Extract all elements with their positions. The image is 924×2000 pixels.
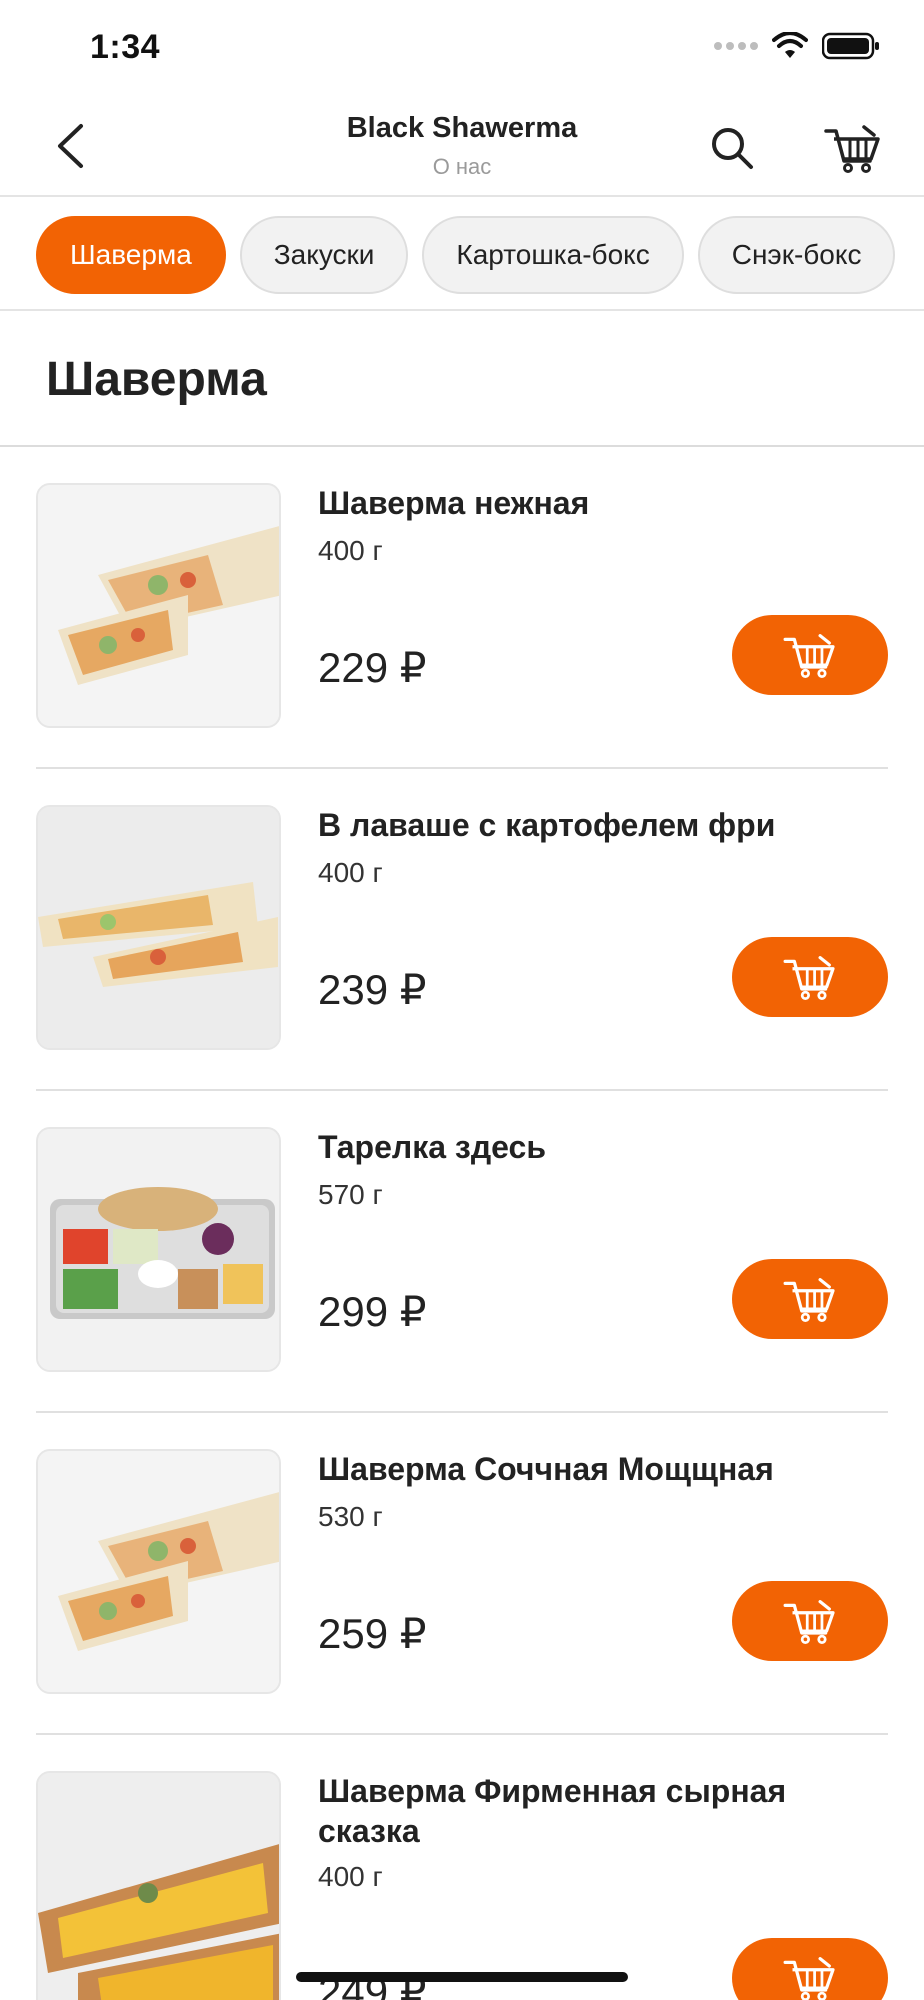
product-price: 229 ₽ bbox=[318, 644, 427, 691]
tab-potato-box[interactable]: Картошка-бокс bbox=[422, 216, 684, 294]
status-time: 1:34 bbox=[90, 28, 161, 66]
section-title: Шаверма bbox=[46, 353, 267, 406]
product-image bbox=[36, 1771, 281, 2000]
add-to-cart-button[interactable] bbox=[732, 1581, 888, 1661]
cart-icon bbox=[783, 1957, 835, 2000]
product-image bbox=[36, 1449, 281, 1694]
product-price: 239 ₽ bbox=[318, 966, 427, 1013]
add-to-cart-button[interactable] bbox=[732, 615, 888, 695]
product-weight: 400 г bbox=[318, 857, 383, 888]
about-link[interactable]: О нас bbox=[0, 154, 924, 180]
signal-icon bbox=[714, 42, 758, 50]
product-name: Шаверма нежная bbox=[318, 485, 590, 521]
product-item[interactable]: Тарелка здесь 570 г 299 ₽ bbox=[36, 1091, 888, 1413]
product-image bbox=[36, 483, 281, 728]
tab-snacks[interactable]: Закуски bbox=[239, 216, 409, 294]
cart-icon bbox=[783, 634, 835, 678]
product-price: 259 ₽ bbox=[318, 1610, 427, 1657]
product-price: 299 ₽ bbox=[318, 1288, 427, 1335]
restaurant-title: Black Shawerma bbox=[346, 112, 578, 144]
tab-shawarma[interactable]: Шаверма bbox=[36, 216, 226, 294]
product-image bbox=[36, 805, 281, 1050]
add-to-cart-button[interactable] bbox=[732, 937, 888, 1017]
nav-header: Black Shawerma О нас bbox=[0, 100, 924, 197]
tab-snack-box[interactable]: Снэк-бокс bbox=[697, 216, 896, 294]
cart-button[interactable] bbox=[820, 118, 886, 178]
wifi-icon bbox=[772, 32, 808, 58]
battery-icon bbox=[822, 32, 879, 60]
search-icon bbox=[712, 128, 753, 169]
home-indicator[interactable] bbox=[296, 1972, 628, 1982]
product-weight: 570 г bbox=[318, 1179, 383, 1210]
product-weight: 400 г bbox=[318, 1861, 383, 1892]
add-to-cart-button[interactable] bbox=[732, 1938, 888, 2000]
category-tabs: Шаверма Закуски Картошка-бокс Снэк-бокс bbox=[0, 199, 924, 311]
product-name: В лаваше с картофелем фри bbox=[318, 807, 776, 843]
product-item[interactable]: Шаверма нежная 400 г 229 ₽ bbox=[36, 447, 888, 769]
product-weight: 400 г bbox=[318, 535, 383, 566]
product-name: Шаверма Соччная Мощщная bbox=[318, 1451, 774, 1487]
status-bar: 1:34 bbox=[0, 0, 924, 100]
product-item[interactable]: Шаверма Фирменная сырная сказка 400 г 24… bbox=[36, 1735, 888, 2000]
product-item[interactable]: Шаверма Соччная Мощщная 530 г 259 ₽ bbox=[36, 1413, 888, 1735]
product-name: Тарелка здесь bbox=[318, 1129, 546, 1165]
add-to-cart-button[interactable] bbox=[732, 1259, 888, 1339]
cart-icon bbox=[783, 956, 835, 1000]
product-image bbox=[36, 1127, 281, 1372]
cart-icon bbox=[783, 1278, 835, 1322]
cart-icon bbox=[824, 125, 880, 173]
search-button[interactable] bbox=[704, 120, 760, 176]
product-name: Шаверма Фирменная сырная сказка bbox=[318, 1773, 787, 1849]
product-item[interactable]: В лаваше с картофелем фри 400 г 239 ₽ bbox=[36, 769, 888, 1091]
status-icons bbox=[714, 32, 880, 60]
product-weight: 530 г bbox=[318, 1501, 383, 1532]
cart-icon bbox=[783, 1600, 835, 1644]
